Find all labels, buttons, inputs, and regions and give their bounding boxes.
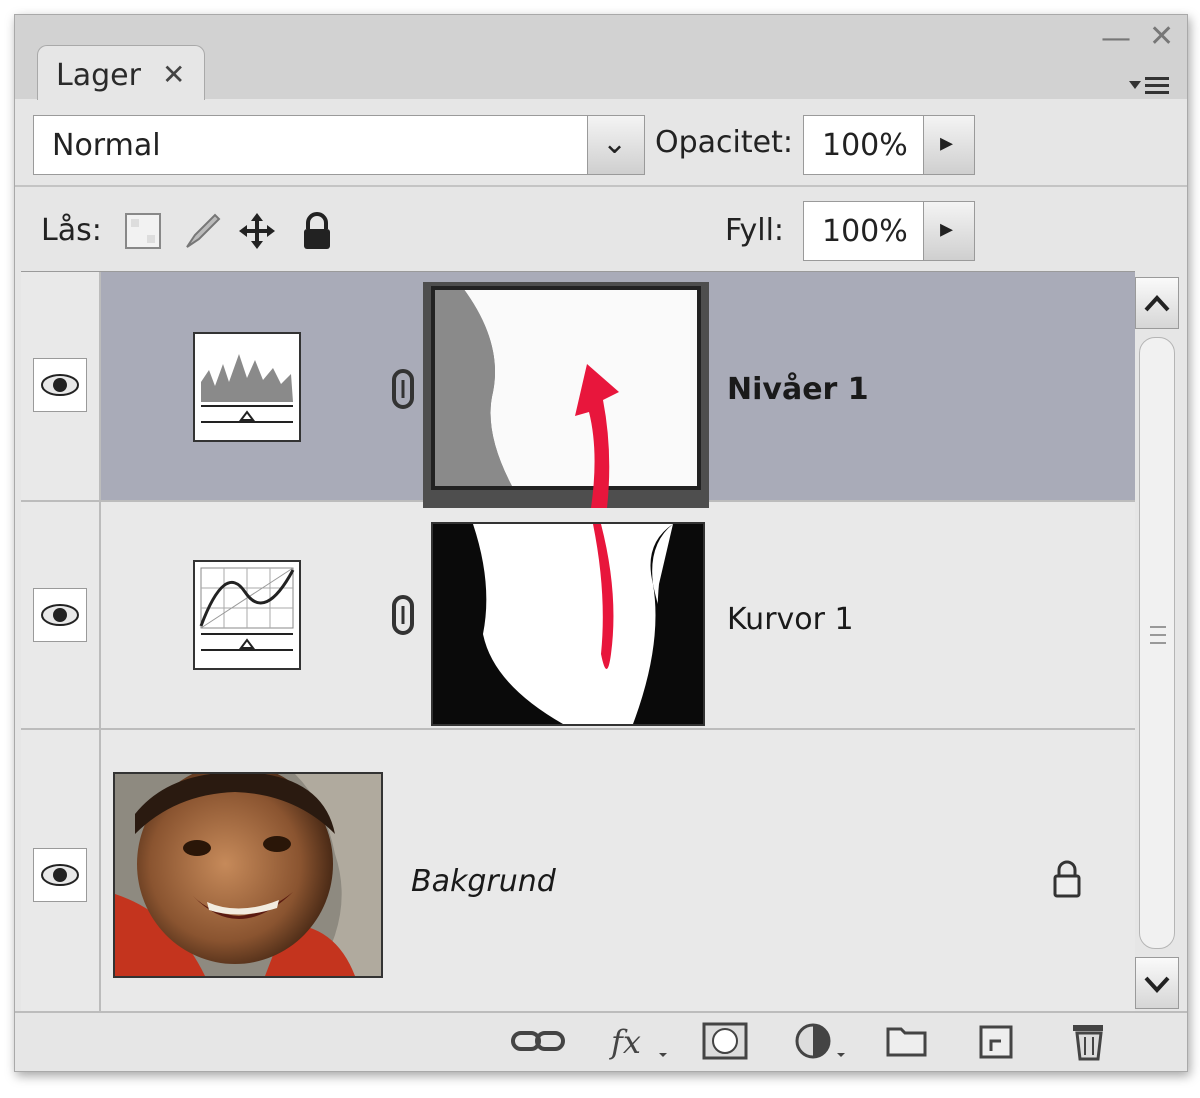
layer-row-background[interactable]: Bakgrund bbox=[21, 730, 1135, 1012]
layers-panel: Lager ✕ — ✕ Normal ⌄ Opacitet: 100% ▸ Lå… bbox=[14, 14, 1188, 1072]
layer-mask-thumbnail[interactable] bbox=[431, 522, 705, 726]
opacity-slider-button[interactable]: ▸ bbox=[923, 116, 974, 174]
fill-field[interactable]: 100% ▸ bbox=[803, 201, 975, 261]
new-layer-icon[interactable] bbox=[977, 1021, 1017, 1061]
lock-all-icon[interactable] bbox=[297, 211, 337, 251]
close-button[interactable]: ✕ bbox=[1149, 19, 1174, 54]
layer-row-levels[interactable]: Nivåer 1 bbox=[21, 272, 1135, 508]
fx-icon[interactable]: fx bbox=[609, 1021, 669, 1061]
fill-slider-button[interactable]: ▸ bbox=[923, 202, 974, 260]
eye-icon[interactable] bbox=[33, 848, 87, 902]
add-mask-icon[interactable] bbox=[701, 1021, 751, 1061]
adjustment-layer-icon[interactable] bbox=[791, 1021, 851, 1061]
layer-row-curves[interactable]: Kurvor 1 bbox=[21, 502, 1135, 730]
tab-label: Lager bbox=[56, 58, 141, 93]
svg-text:fx: fx bbox=[609, 1023, 641, 1061]
link-icon[interactable] bbox=[391, 594, 415, 636]
fill-value: 100% bbox=[822, 214, 908, 249]
lock-brush-icon[interactable] bbox=[181, 211, 221, 251]
lock-transparency-icon[interactable] bbox=[123, 211, 163, 251]
layer-mask-thumbnail[interactable] bbox=[423, 282, 709, 508]
blend-mode-select[interactable]: Normal ⌄ bbox=[33, 115, 645, 175]
new-group-icon[interactable] bbox=[885, 1021, 929, 1061]
lock-label: Lås: bbox=[41, 213, 102, 248]
layer-name[interactable]: Bakgrund bbox=[411, 864, 556, 899]
trash-icon[interactable] bbox=[1067, 1021, 1111, 1061]
layers-bottom-toolbar: fx bbox=[15, 1011, 1187, 1071]
fill-label: Fyll: bbox=[725, 213, 785, 248]
scroll-down-button[interactable] bbox=[1135, 957, 1179, 1009]
lock-position-icon[interactable] bbox=[237, 211, 277, 251]
lock-icon bbox=[1047, 858, 1087, 898]
scroll-track[interactable] bbox=[1139, 337, 1175, 949]
chevron-down-icon[interactable]: ⌄ bbox=[587, 116, 644, 174]
panel-menu-icon[interactable] bbox=[1129, 73, 1177, 99]
tab-layers[interactable]: Lager ✕ bbox=[37, 45, 205, 100]
layers-scrollbar[interactable] bbox=[1135, 277, 1179, 1009]
layer-name[interactable]: Nivåer 1 bbox=[727, 372, 869, 407]
scroll-up-button[interactable] bbox=[1135, 277, 1179, 329]
minimize-button[interactable]: — bbox=[1101, 21, 1131, 56]
tab-close-icon[interactable]: ✕ bbox=[162, 58, 185, 91]
curves-adjustment-icon bbox=[193, 560, 301, 670]
layer-thumbnail[interactable] bbox=[113, 772, 383, 978]
panel-title-bar: Lager ✕ — ✕ bbox=[15, 15, 1187, 100]
layers-list: Nivåer 1 Kurvor 1 Bakgrund bbox=[21, 271, 1135, 1012]
opacity-value: 100% bbox=[822, 128, 908, 163]
opacity-field[interactable]: 100% ▸ bbox=[803, 115, 975, 175]
layer-name[interactable]: Kurvor 1 bbox=[727, 602, 854, 637]
levels-adjustment-icon bbox=[193, 332, 301, 442]
divider bbox=[15, 185, 1187, 187]
opacity-label: Opacitet: bbox=[655, 125, 793, 160]
eye-icon[interactable] bbox=[33, 358, 87, 412]
blend-mode-value: Normal bbox=[52, 128, 161, 163]
link-icon[interactable] bbox=[391, 368, 415, 410]
link-layers-icon[interactable] bbox=[509, 1021, 569, 1061]
eye-icon[interactable] bbox=[33, 588, 87, 642]
